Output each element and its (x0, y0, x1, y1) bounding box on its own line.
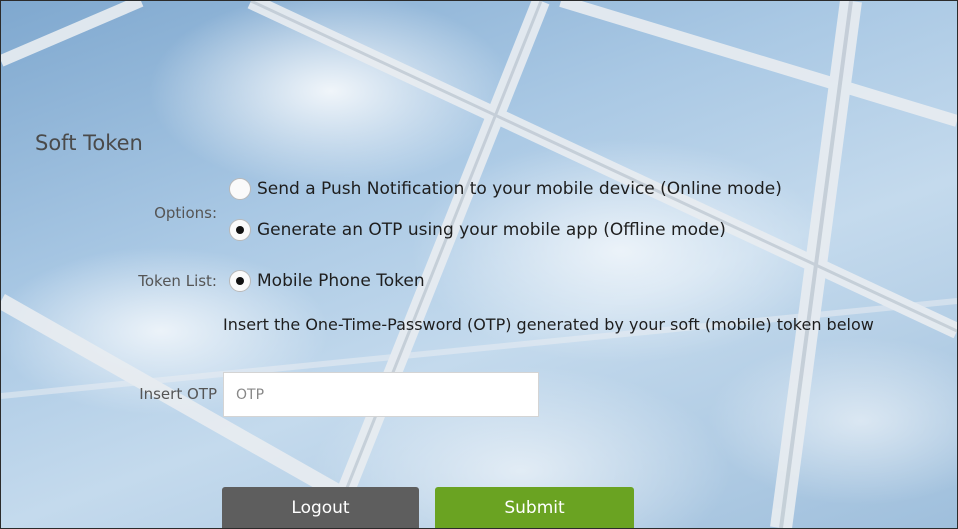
token-mobile-phone[interactable]: Mobile Phone Token (229, 270, 425, 292)
radio-push-notification[interactable] (229, 178, 251, 200)
otp-hint: Insert the One-Time-Password (OTP) gener… (223, 315, 874, 334)
logout-button[interactable]: Logout (222, 487, 419, 528)
option-generate-otp[interactable]: Generate an OTP using your mobile app (O… (229, 219, 726, 241)
option-generate-otp-label: Generate an OTP using your mobile app (O… (257, 220, 726, 240)
login-panel: Soft Token Options: Send a Push Notifica… (0, 0, 958, 529)
radio-mobile-phone-token[interactable] (229, 270, 251, 292)
option-push-notification-label: Send a Push Notification to your mobile … (257, 179, 782, 199)
otp-input[interactable] (223, 372, 539, 417)
radio-generate-otp[interactable] (229, 219, 251, 241)
option-push-notification[interactable]: Send a Push Notification to your mobile … (229, 178, 782, 200)
insert-otp-label: Insert OTP (139, 385, 217, 403)
options-label: Options: (154, 204, 217, 222)
page-title: Soft Token (35, 131, 143, 155)
submit-button[interactable]: Submit (435, 487, 634, 528)
token-mobile-phone-label: Mobile Phone Token (257, 271, 425, 291)
token-list-label: Token List: (138, 272, 217, 290)
